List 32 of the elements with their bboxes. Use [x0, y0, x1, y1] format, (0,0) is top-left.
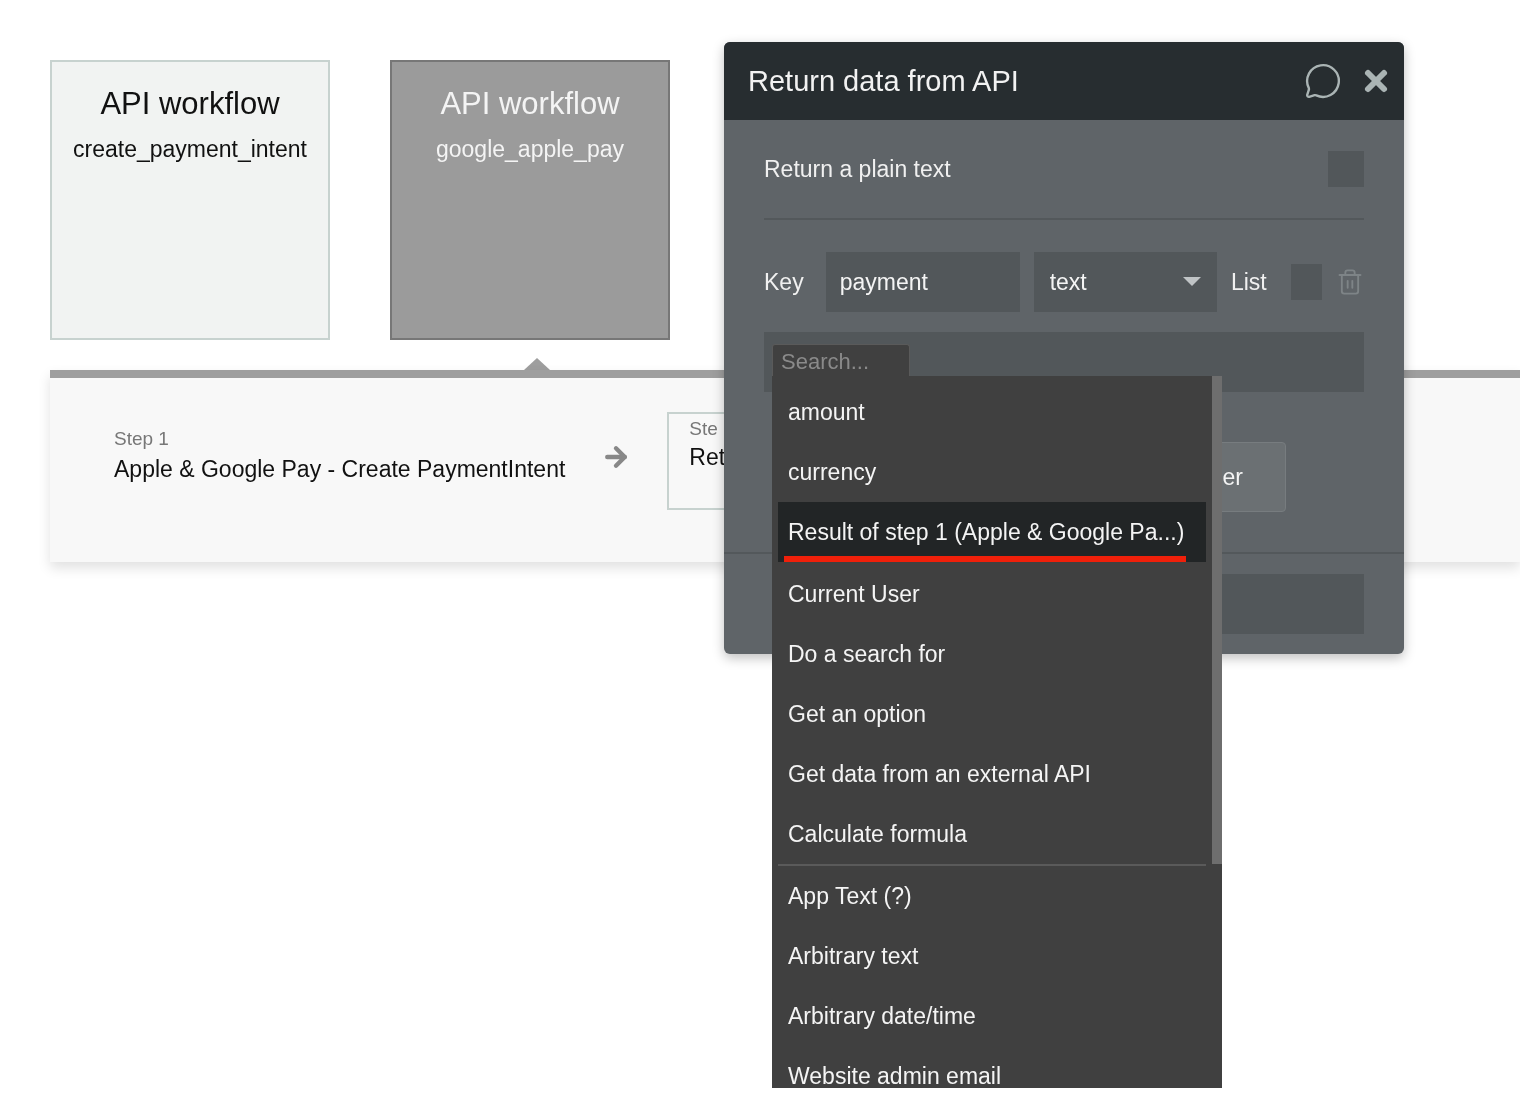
menu-item[interactable]: Get data from an external API — [778, 744, 1206, 804]
scrollbar[interactable] — [1212, 376, 1222, 864]
workflow-title: API workflow — [440, 86, 620, 122]
dialog-title: Return data from API — [748, 64, 1020, 98]
menu-item[interactable]: Calculate formula — [778, 804, 1206, 864]
key-input[interactable]: payment — [825, 252, 1020, 312]
step-label: Step 1 — [114, 428, 170, 450]
menu-item[interactable]: Arbitrary date/time — [778, 986, 1206, 1046]
menu-item[interactable]: Result of step 1 (Apple & Google Pa...) — [778, 502, 1206, 562]
list-label: List — [1230, 268, 1267, 296]
menu-item[interactable]: currency — [778, 442, 1206, 502]
menu-item[interactable]: App Text (?) — [778, 866, 1206, 926]
workflow-name: create_payment_intent — [73, 136, 307, 163]
menu-item[interactable]: Do a search for — [778, 624, 1206, 684]
workflow-title: API workflow — [100, 86, 280, 122]
comment-icon[interactable] — [1304, 62, 1342, 100]
menu-item[interactable]: Arbitrary text — [778, 926, 1206, 986]
search-field[interactable]: Search... — [772, 344, 910, 378]
workflow-name: google_apple_pay — [436, 136, 624, 163]
option-label: Return a plain text — [764, 155, 951, 183]
caret-icon — [1182, 277, 1201, 287]
type-dropdown[interactable]: text — [1033, 252, 1217, 312]
menu-item[interactable]: Get an option — [778, 684, 1206, 744]
step-title: Ret — [689, 444, 727, 471]
menu-item[interactable]: Current User — [778, 564, 1206, 624]
menu-item[interactable]: amount — [778, 382, 1206, 442]
key-label: Key — [764, 268, 804, 296]
step-label: Ste — [689, 418, 719, 440]
step-title: Apple & Google Pay - Create PaymentIntent — [114, 456, 566, 483]
menu-item[interactable]: Website admin email — [778, 1046, 1206, 1088]
trash-icon[interactable] — [1336, 268, 1364, 296]
workflow-card[interactable]: API workflow create_payment_intent — [50, 60, 330, 340]
